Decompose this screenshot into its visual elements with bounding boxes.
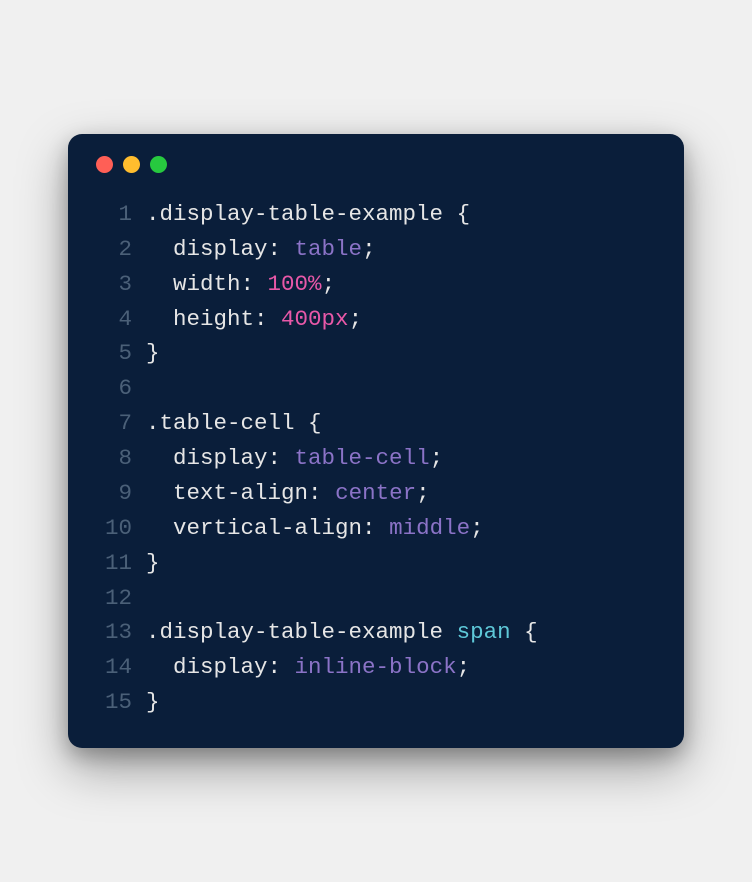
line-number: 13	[94, 615, 146, 650]
token-prop: height	[173, 306, 254, 332]
token-content	[146, 271, 173, 297]
token-brace: }	[146, 340, 160, 366]
line-content: vertical-align: middle;	[146, 511, 484, 546]
line-content: text-align: center;	[146, 476, 430, 511]
token-selector: .table-cell	[146, 410, 308, 436]
token-semi: ;	[430, 445, 444, 471]
token-brace: {	[457, 201, 471, 227]
minimize-icon[interactable]	[123, 156, 140, 173]
line-number: 9	[94, 476, 146, 511]
token-val-name: table-cell	[295, 445, 430, 471]
token-semi: ;	[416, 480, 430, 506]
line-number: 3	[94, 267, 146, 302]
code-line[interactable]: 14 display: inline-block;	[94, 650, 658, 685]
line-number: 14	[94, 650, 146, 685]
token-val-name: inline-block	[295, 654, 457, 680]
token-prop: display	[173, 236, 268, 262]
line-number: 5	[94, 336, 146, 371]
code-line[interactable]: 7.table-cell {	[94, 406, 658, 441]
line-content: .display-table-example {	[146, 197, 470, 232]
token-prop: vertical-align	[173, 515, 362, 541]
token-val-name: middle	[389, 515, 470, 541]
code-block[interactable]: 1.display-table-example {2 display: tabl…	[94, 197, 658, 720]
code-line[interactable]: 15}	[94, 685, 658, 720]
line-content: width: 100%;	[146, 267, 335, 302]
line-number: 4	[94, 302, 146, 337]
token-content	[146, 654, 173, 680]
code-line[interactable]: 1.display-table-example {	[94, 197, 658, 232]
line-content: display: table-cell;	[146, 441, 443, 476]
code-line[interactable]: 12	[94, 581, 658, 616]
token-brace: }	[146, 689, 160, 715]
line-number: 8	[94, 441, 146, 476]
line-number: 2	[94, 232, 146, 267]
token-brace: {	[524, 619, 538, 645]
token-colon: :	[254, 306, 281, 332]
code-line[interactable]: 5}	[94, 336, 658, 371]
token-prop: width	[173, 271, 241, 297]
token-prop: display	[173, 654, 268, 680]
line-number: 7	[94, 406, 146, 441]
token-semi: ;	[349, 306, 363, 332]
token-semi: ;	[457, 654, 471, 680]
token-semi: ;	[322, 271, 336, 297]
token-content	[146, 236, 173, 262]
line-number: 10	[94, 511, 146, 546]
line-number: 12	[94, 581, 146, 616]
code-line[interactable]: 8 display: table-cell;	[94, 441, 658, 476]
code-line[interactable]: 11}	[94, 546, 658, 581]
token-prop: display	[173, 445, 268, 471]
token-colon: :	[268, 445, 295, 471]
token-colon: :	[268, 236, 295, 262]
code-line[interactable]: 4 height: 400px;	[94, 302, 658, 337]
token-semi: ;	[470, 515, 484, 541]
token-colon: :	[268, 654, 295, 680]
line-number: 11	[94, 546, 146, 581]
token-selector: .display-table-example	[146, 619, 457, 645]
token-val-num: 100%	[268, 271, 322, 297]
token-tag: span	[457, 619, 525, 645]
code-line[interactable]: 9 text-align: center;	[94, 476, 658, 511]
code-line[interactable]: 3 width: 100%;	[94, 267, 658, 302]
line-number: 1	[94, 197, 146, 232]
token-val-name: center	[335, 480, 416, 506]
token-colon: :	[308, 480, 335, 506]
code-line[interactable]: 2 display: table;	[94, 232, 658, 267]
maximize-icon[interactable]	[150, 156, 167, 173]
token-prop: text-align	[173, 480, 308, 506]
token-colon: :	[241, 271, 268, 297]
line-content: }	[146, 685, 160, 720]
token-semi: ;	[362, 236, 376, 262]
token-content	[146, 306, 173, 332]
line-content: .table-cell {	[146, 406, 322, 441]
line-content: height: 400px;	[146, 302, 362, 337]
traffic-lights	[96, 156, 658, 173]
code-window: 1.display-table-example {2 display: tabl…	[68, 134, 684, 748]
token-brace: }	[146, 550, 160, 576]
close-icon[interactable]	[96, 156, 113, 173]
token-val-num: 400px	[281, 306, 349, 332]
token-brace: {	[308, 410, 322, 436]
line-content: display: inline-block;	[146, 650, 470, 685]
line-number: 6	[94, 371, 146, 406]
token-content	[146, 445, 173, 471]
line-content: }	[146, 546, 160, 581]
line-content: .display-table-example span {	[146, 615, 538, 650]
token-selector: .display-table-example	[146, 201, 457, 227]
line-content: }	[146, 336, 160, 371]
token-colon: :	[362, 515, 389, 541]
line-number: 15	[94, 685, 146, 720]
token-content	[146, 515, 173, 541]
line-content: display: table;	[146, 232, 376, 267]
token-val-name: table	[295, 236, 363, 262]
code-line[interactable]: 13.display-table-example span {	[94, 615, 658, 650]
code-line[interactable]: 10 vertical-align: middle;	[94, 511, 658, 546]
token-content	[146, 480, 173, 506]
code-line[interactable]: 6	[94, 371, 658, 406]
